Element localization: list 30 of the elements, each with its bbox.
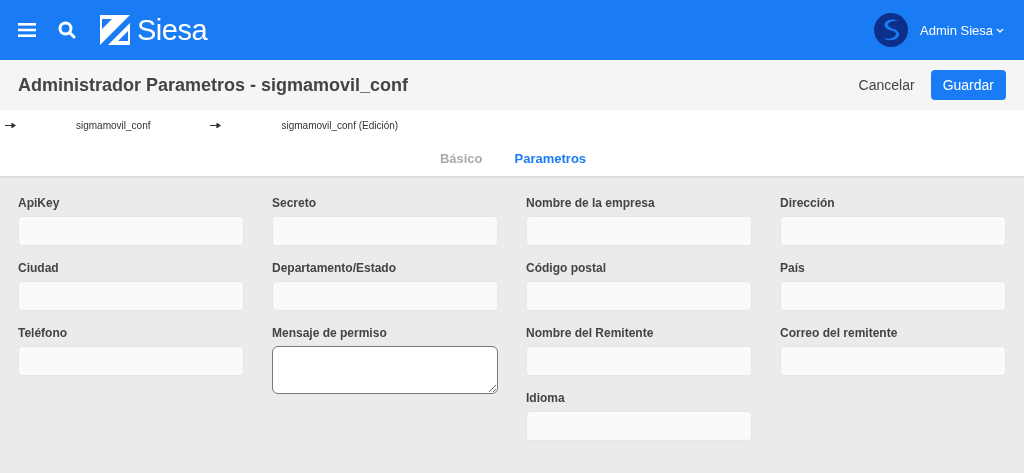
- message-textarea[interactable]: [272, 346, 498, 394]
- field-label: Código postal: [526, 261, 607, 275]
- logo-icon: [100, 15, 130, 45]
- field-label: Ciudad: [18, 261, 60, 275]
- tab[interactable]: Parametros: [514, 150, 587, 166]
- caret-icon: [996, 27, 1004, 33]
- breadcrumb-link[interactable]: sigmamovil_conf: [76, 119, 151, 131]
- user-menu[interactable]: Admin Siesa: [920, 22, 1004, 38]
- field-label: Mensaje de permiso: [272, 326, 388, 340]
- field-label: ApiKey: [18, 196, 61, 210]
- save-button[interactable]: Guardar: [930, 70, 1006, 100]
- field-label: Idioma: [526, 391, 566, 405]
- field-label: País: [780, 261, 806, 275]
- field-label: Nombre de la empresa: [526, 196, 656, 210]
- search-icon[interactable]: [58, 21, 76, 39]
- field-label: Departamento/Estado: [272, 261, 398, 275]
- tab[interactable]: Básico: [439, 150, 483, 166]
- menu-icon[interactable]: [18, 23, 36, 37]
- arrow-icon: [5, 122, 16, 128]
- field-label: Correo del remitente: [780, 326, 899, 340]
- field-label: Nombre del Remitente: [526, 326, 655, 340]
- brand-name: Siesa: [137, 13, 208, 47]
- field-label: Dirección: [780, 196, 836, 210]
- breadcrumb-link[interactable]: sigmamovil_conf (Edición): [281, 119, 399, 131]
- cancel-button[interactable]: Cancelar: [852, 76, 921, 94]
- arrow-icon: [210, 122, 222, 128]
- page-title: Administrador Parametros - sigmamovil_conf: [18, 74, 409, 96]
- field-label: Teléfono: [18, 326, 69, 340]
- avatar-icon[interactable]: [874, 13, 908, 47]
- field-label: Secreto: [272, 196, 318, 210]
